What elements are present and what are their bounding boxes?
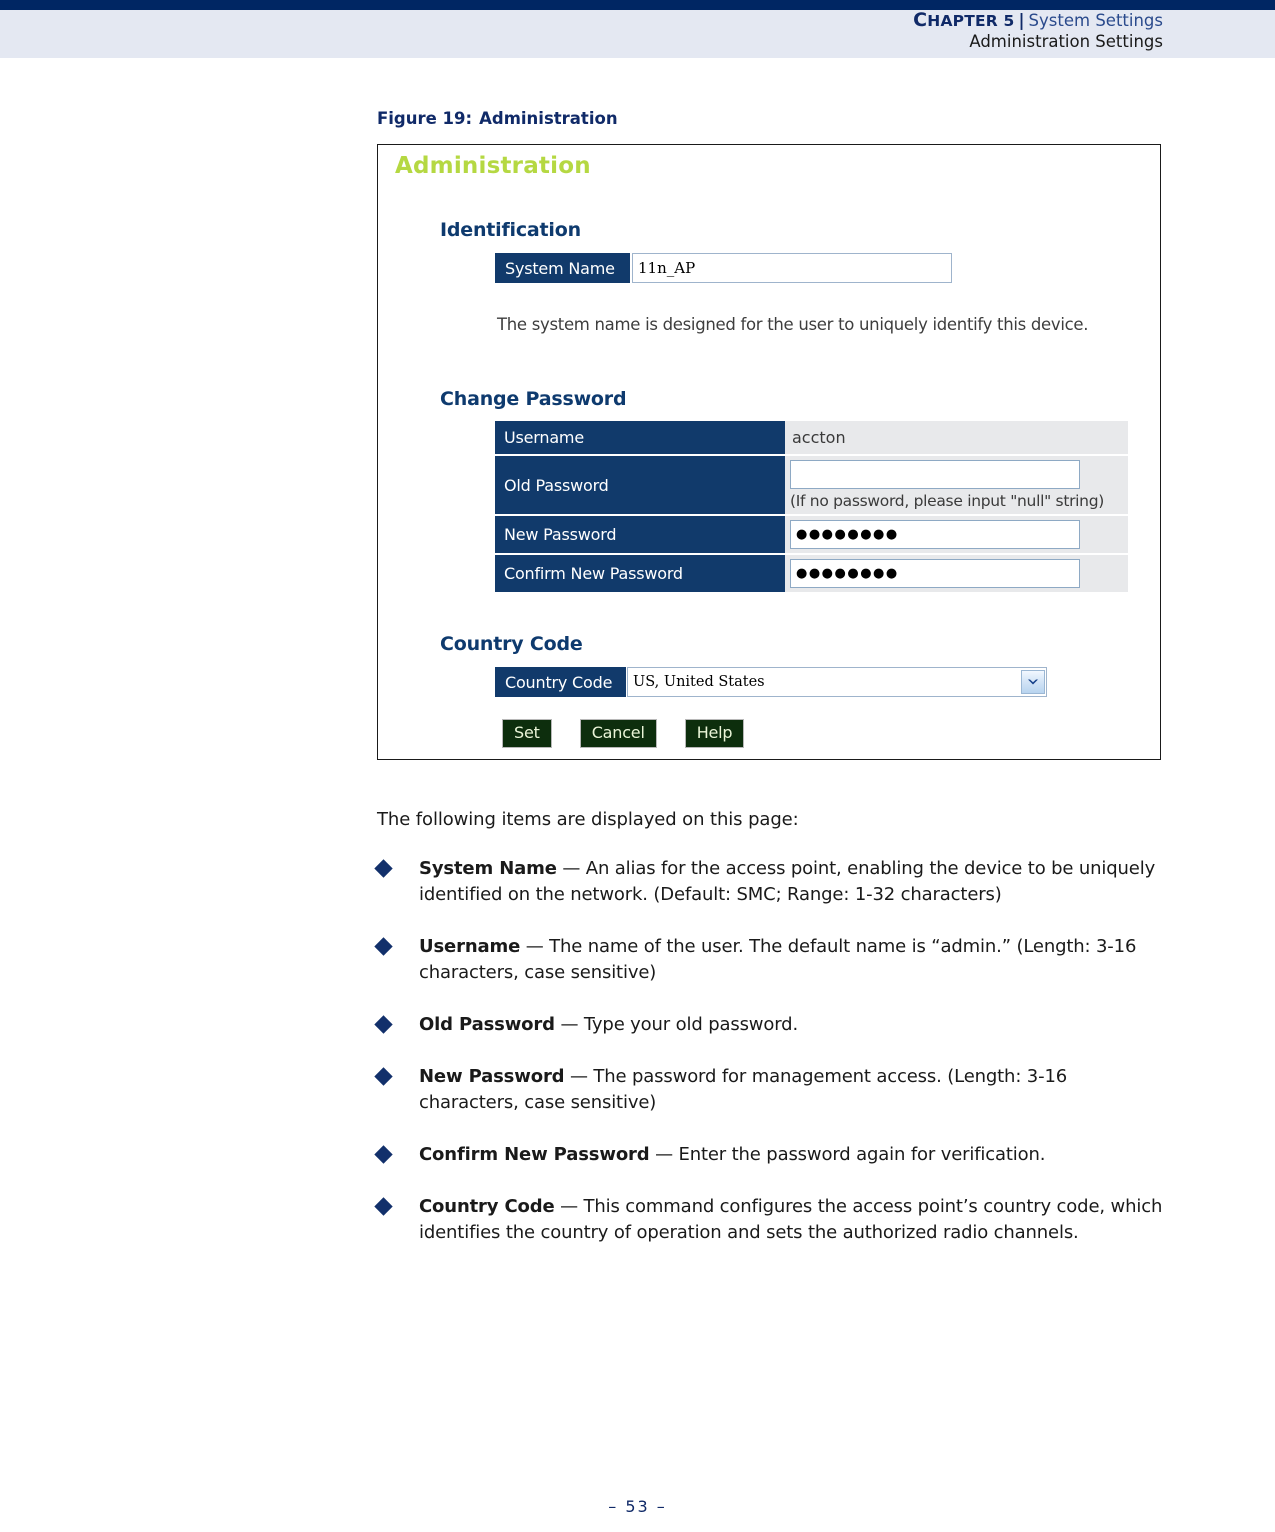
table-row: Username accton <box>495 421 1128 456</box>
old-password-label: Old Password <box>495 455 785 516</box>
new-password-input[interactable]: ●●●●●●●● <box>790 520 1080 549</box>
header-section-title: System Settings <box>1028 11 1163 30</box>
new-password-value-cell: ●●●●●●●● <box>785 515 1128 555</box>
header-chapter-line: CHAPTER 5 | System Settings <box>913 9 1163 31</box>
form-button-group: Set Cancel Help <box>502 719 745 749</box>
list-item-term: Confirm New Password <box>419 1144 650 1165</box>
diamond-bullet-icon <box>374 1015 393 1034</box>
change-password-table: Username accton Old Password (If no pass… <box>495 421 1128 594</box>
diamond-bullet-icon <box>374 859 393 878</box>
change-password-heading: Change Password <box>440 388 627 410</box>
list-item: System Name — An alias for the access po… <box>374 856 1167 908</box>
table-row: Old Password (If no password, please inp… <box>495 455 1128 516</box>
list-item-description: — The name of the user. The default name… <box>419 936 1137 983</box>
confirm-new-password-label: Confirm New Password <box>495 554 785 594</box>
list-item-description: — Type your old password. <box>554 1014 799 1035</box>
figure-caption: Figure 19: Administration <box>377 109 618 128</box>
help-button[interactable]: Help <box>684 719 745 749</box>
item-description-list: System Name — An alias for the access po… <box>374 856 1167 1272</box>
list-item-term: Username <box>419 936 521 957</box>
username-label: Username <box>495 421 785 456</box>
country-code-select[interactable]: US, United States <box>627 667 1047 697</box>
cancel-button[interactable]: Cancel <box>579 719 657 749</box>
set-button[interactable]: Set <box>502 719 552 749</box>
country-code-label: Country Code <box>495 667 626 697</box>
old-password-hint: (If no password, please input "null" str… <box>790 492 1104 510</box>
diamond-bullet-icon <box>374 1145 393 1164</box>
identification-heading: Identification <box>440 219 581 241</box>
confirm-new-password-value-cell: ●●●●●●●● <box>785 554 1128 594</box>
list-item-term: System Name <box>419 858 557 879</box>
username-value: accton <box>792 428 846 447</box>
list-item-term: Country Code <box>419 1196 555 1217</box>
chevron-down-icon[interactable] <box>1021 670 1045 694</box>
list-item-description: — Enter the password again for verificat… <box>649 1144 1046 1165</box>
list-item: Confirm New Password — Enter the passwor… <box>374 1142 1167 1168</box>
page-number-footer: – 53 – <box>608 1497 667 1516</box>
header-subsection-title: Administration Settings <box>969 32 1163 51</box>
diamond-bullet-icon <box>374 1067 393 1086</box>
old-password-input[interactable] <box>790 460 1080 489</box>
table-row: Confirm New Password ●●●●●●●● <box>495 554 1128 594</box>
diamond-bullet-icon <box>374 1197 393 1216</box>
list-item: Old Password — Type your old password. <box>374 1012 1167 1038</box>
table-row: New Password ●●●●●●●● <box>495 515 1128 555</box>
list-item-term: New Password <box>419 1066 565 1087</box>
list-item: Username — The name of the user. The def… <box>374 934 1167 986</box>
header-chapter-label: CHAPTER 5 <box>913 9 1015 31</box>
old-password-value-cell: (If no password, please input "null" str… <box>785 455 1128 516</box>
system-name-help-text: The system name is designed for the user… <box>497 315 1089 334</box>
list-item: New Password — The password for manageme… <box>374 1064 1167 1116</box>
confirm-new-password-input[interactable]: ●●●●●●●● <box>790 559 1080 588</box>
admin-page-title: Administration <box>395 153 591 179</box>
figure-number: Figure 19: <box>377 109 473 128</box>
header-separator: | <box>1018 11 1025 30</box>
page-header: CHAPTER 5 | System Settings Administration… <box>0 0 1275 58</box>
system-name-row: System Name 11n_AP <box>495 253 952 283</box>
username-value-cell: accton <box>785 421 1128 456</box>
country-code-row: Country Code US, United States <box>495 667 1047 697</box>
system-name-label: System Name <box>495 253 630 283</box>
diamond-bullet-icon <box>374 937 393 956</box>
system-name-input[interactable]: 11n_AP <box>632 253 952 283</box>
list-item-term: Old Password <box>419 1014 555 1035</box>
figure-screenshot: Administration Identification System Nam… <box>377 144 1161 760</box>
country-code-heading: Country Code <box>440 633 583 655</box>
body-intro-text: The following items are displayed on thi… <box>377 809 799 830</box>
country-code-selected-value: US, United States <box>633 674 765 690</box>
figure-title: Administration <box>479 109 618 128</box>
new-password-label: New Password <box>495 515 785 555</box>
list-item: Country Code — This command configures t… <box>374 1194 1167 1246</box>
